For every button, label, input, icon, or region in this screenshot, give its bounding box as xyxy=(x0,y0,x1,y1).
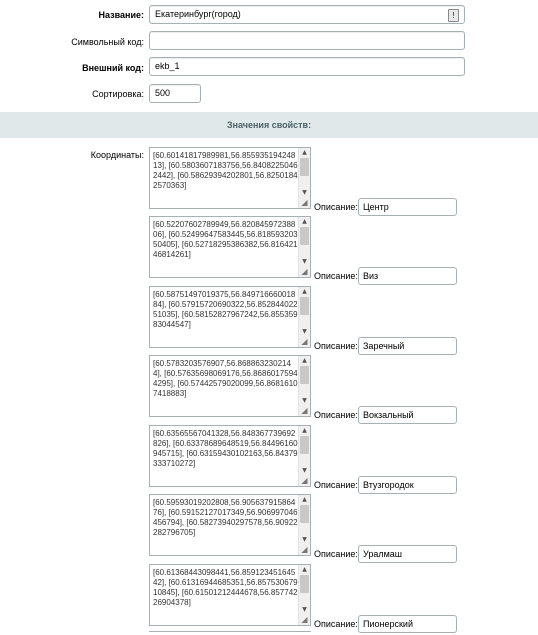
scroll-down-icon[interactable]: ▼ xyxy=(299,605,310,614)
scroll-up-icon[interactable]: ▲ xyxy=(299,217,310,226)
scroll-up-icon[interactable]: ▲ xyxy=(299,356,310,365)
coordinates-text: [60.5783203576907,56.8688632302144], [60… xyxy=(153,359,298,398)
coordinates-textarea[interactable]: [60.61368443098441,56.85912345164542], [… xyxy=(149,564,311,626)
coordinates-text: [60.61368443098441,56.85912345164542], [… xyxy=(153,568,298,607)
external-code-value: ekb_1 xyxy=(155,61,180,71)
textarea-scrollbar[interactable]: ▲ ▼ ◢ xyxy=(298,356,310,416)
coordinates-text: [60.60141817989981,56.85593519424813], [… xyxy=(153,151,298,190)
resize-grip-icon[interactable]: ◢ xyxy=(299,336,310,347)
scroll-thumb[interactable] xyxy=(300,505,309,523)
scroll-thumb[interactable] xyxy=(300,158,309,176)
next-coordinates-textarea-edge xyxy=(149,631,311,635)
spellcheck-icon[interactable]: ! xyxy=(448,9,459,22)
name-label: Название: xyxy=(98,10,144,20)
description-label: Описание: xyxy=(314,202,358,212)
description-label: Описание: xyxy=(314,341,358,351)
external-code-input[interactable]: ekb_1 xyxy=(149,57,465,76)
description-label: Описание: xyxy=(314,480,358,490)
description-input[interactable]: Виз xyxy=(358,267,457,285)
textarea-scrollbar[interactable]: ▲ ▼ ◢ xyxy=(298,426,310,486)
coordinates-textarea[interactable]: [60.59593019202808,56.90563791586476], [… xyxy=(149,494,311,556)
resize-grip-icon[interactable]: ◢ xyxy=(299,475,310,486)
coordinates-text: [60.59593019202808,56.90563791586476], [… xyxy=(153,498,298,537)
scroll-up-icon[interactable]: ▲ xyxy=(299,495,310,504)
resize-grip-icon[interactable]: ◢ xyxy=(299,405,310,416)
coordinates-textarea[interactable]: [60.58751497019375,56.84971666001884], [… xyxy=(149,286,311,348)
coordinates-label: Координаты: xyxy=(90,150,144,160)
textarea-scrollbar[interactable]: ▲ ▼ ◢ xyxy=(298,495,310,555)
description-value: Втузгородок xyxy=(363,480,414,490)
coordinates-textarea[interactable]: [60.5783203576907,56.8688632302144], [60… xyxy=(149,355,311,417)
textarea-scrollbar[interactable]: ▲ ▼ ◢ xyxy=(298,287,310,347)
scroll-thumb[interactable] xyxy=(300,366,309,384)
description-input[interactable]: Втузгородок xyxy=(358,476,457,494)
scroll-up-icon[interactable]: ▲ xyxy=(299,148,310,157)
symbolic-code-input[interactable] xyxy=(149,31,465,50)
description-label: Описание: xyxy=(314,549,358,559)
scroll-up-icon[interactable]: ▲ xyxy=(299,565,310,574)
coordinates-textarea[interactable]: [60.63565567041328,56.848367739692826], … xyxy=(149,425,311,487)
scroll-down-icon[interactable]: ▼ xyxy=(299,327,310,336)
textarea-scrollbar[interactable]: ▲ ▼ ◢ xyxy=(298,148,310,208)
scroll-up-icon[interactable]: ▲ xyxy=(299,426,310,435)
description-label: Описание: xyxy=(314,271,358,281)
scroll-thumb[interactable] xyxy=(300,436,309,454)
scroll-down-icon[interactable]: ▼ xyxy=(299,466,310,475)
scroll-down-icon[interactable]: ▼ xyxy=(299,535,310,544)
description-input[interactable]: Заречный xyxy=(358,337,457,355)
resize-grip-icon[interactable]: ◢ xyxy=(299,614,310,625)
coordinates-textarea[interactable]: [60.52207602789949,56.82084597238806], [… xyxy=(149,216,311,278)
description-label: Описание: xyxy=(314,410,358,420)
scroll-down-icon[interactable]: ▼ xyxy=(299,188,310,197)
coordinates-text: [60.63565567041328,56.848367739692826], … xyxy=(153,429,298,468)
scroll-thumb[interactable] xyxy=(300,575,309,593)
sort-input[interactable]: 500 xyxy=(149,84,201,103)
name-input[interactable]: Екатеринбург(город) ! xyxy=(149,5,465,24)
description-input[interactable]: Центр xyxy=(358,198,457,216)
resize-grip-icon[interactable]: ◢ xyxy=(299,266,310,277)
scroll-down-icon[interactable]: ▼ xyxy=(299,396,310,405)
external-code-label: Внешний код: xyxy=(82,63,144,73)
description-input[interactable]: Уралмаш xyxy=(358,545,457,563)
resize-grip-icon[interactable]: ◢ xyxy=(299,197,310,208)
resize-grip-icon[interactable]: ◢ xyxy=(299,544,310,555)
textarea-scrollbar[interactable]: ▲ ▼ ◢ xyxy=(298,217,310,277)
scroll-thumb[interactable] xyxy=(300,297,309,315)
description-label: Описание: xyxy=(314,619,358,629)
properties-section-header: Значения свойств: xyxy=(0,112,538,138)
sort-value: 500 xyxy=(155,88,171,98)
description-value: Пионерский xyxy=(363,619,413,629)
scroll-thumb[interactable] xyxy=(300,227,309,245)
symbolic-code-label: Символьный код: xyxy=(71,37,144,47)
scroll-up-icon[interactable]: ▲ xyxy=(299,287,310,296)
description-value: Вокзальный xyxy=(363,410,414,420)
scroll-down-icon[interactable]: ▼ xyxy=(299,257,310,266)
name-value: Екатеринбург(город) xyxy=(155,9,241,19)
description-value: Уралмаш xyxy=(363,549,402,559)
sort-label: Сортировка: xyxy=(92,89,144,99)
description-input[interactable]: Пионерский xyxy=(358,615,457,633)
coordinates-text: [60.52207602789949,56.82084597238806], [… xyxy=(153,220,298,259)
description-value: Заречный xyxy=(363,341,405,351)
description-value: Центр xyxy=(363,202,389,212)
textarea-scrollbar[interactable]: ▲ ▼ ◢ xyxy=(298,565,310,625)
description-input[interactable]: Вокзальный xyxy=(358,406,457,424)
coordinates-textarea[interactable]: [60.60141817989981,56.85593519424813], [… xyxy=(149,147,311,209)
description-value: Виз xyxy=(363,271,379,281)
coordinates-text: [60.58751497019375,56.84971666001884], [… xyxy=(153,290,298,329)
